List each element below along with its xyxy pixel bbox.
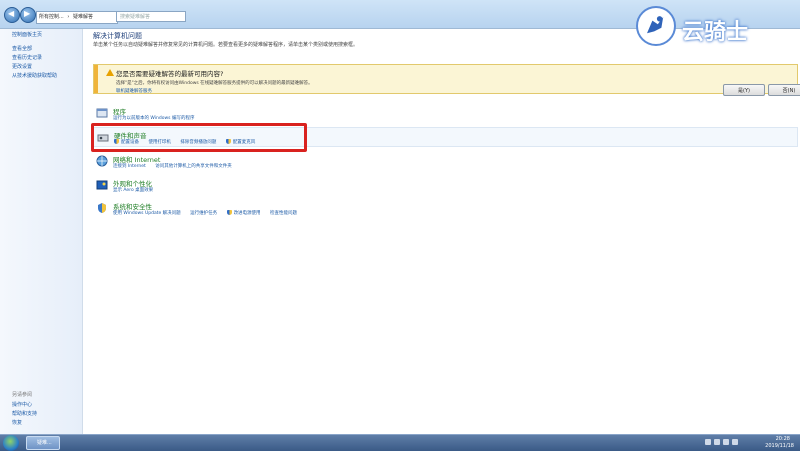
link-run-old-programs[interactable]: 运行为以前版本的 Windows 编写的程序 — [113, 116, 194, 121]
link-maintenance[interactable]: 运行维护任务 — [190, 211, 217, 216]
knight-logo-icon — [636, 6, 676, 46]
sidebar-item-recovery[interactable]: 恢复 — [12, 419, 22, 426]
link-performance[interactable]: 检查性能问题 — [270, 211, 297, 216]
online-content-infobar: 您是否需要疑难解答的最新可用内容? 选择"是"之后，你将有权访问由Windows… — [93, 64, 798, 94]
infobar-title: 您是否需要疑难解答的最新可用内容? — [116, 70, 224, 78]
tray-battery-icon[interactable] — [732, 439, 738, 445]
tray-flag-icon[interactable] — [705, 439, 711, 445]
shield-icon — [226, 210, 232, 215]
online-troubleshoot-link[interactable]: 联机疑难解答服务 — [116, 88, 152, 94]
watermark-logo: 云骑士 — [636, 6, 786, 46]
sidebar-item-change-settings[interactable]: 更改设置 — [12, 63, 32, 70]
sidebar: 控制面板主页 查看全部 查看历史记录 更改设置 从技术援助获取帮助 另请参阅 操… — [0, 29, 83, 434]
forward-button[interactable]: ▶ — [20, 7, 36, 23]
taskbar-item-troubleshoot[interactable]: 疑难... — [26, 436, 60, 450]
sidebar-item-control-panel-home[interactable]: 控制面板主页 — [12, 31, 42, 38]
link-shared-folders[interactable]: 访问其他计算机上的共享文件和文件夹 — [155, 164, 232, 169]
warning-icon — [106, 69, 114, 76]
link-connect-internet[interactable]: 连接到 Internet — [113, 164, 146, 169]
page-description: 单击某个任务以自动疑难解答并修复常见的计算机问题。若要查看更多的疑难解答程序，请… — [93, 42, 359, 48]
category-programs: 程序 运行为以前版本的 Windows 编写的程序 — [93, 104, 798, 124]
chevron-right-icon: › — [67, 14, 70, 20]
infobar-accent — [94, 65, 98, 93]
yes-button[interactable]: 是(Y) — [723, 84, 765, 96]
main-content: 解决计算机问题 单击某个任务以自动疑难解答并修复常见的计算机问题。若要查看更多的… — [83, 29, 800, 434]
taskbar: 疑难... 20:28 2019/11/18 — [0, 434, 800, 451]
infobar-description: 选择"是"之后，你将有权访问由Windows 在线疑难解答服务提供的可以解决问题… — [116, 81, 313, 86]
link-aero-effects[interactable]: 显示 Aero 桌面效果 — [113, 188, 153, 193]
back-arrow-icon: ◀ — [8, 9, 15, 18]
no-button[interactable]: 否(N) — [768, 84, 800, 96]
network-icon — [96, 155, 108, 167]
sidebar-item-help-support[interactable]: 帮助和支持 — [12, 410, 37, 417]
category-network: 网络和 Internet 连接到 Internet 访问其他计算机上的共享文件和… — [93, 152, 798, 172]
link-power-usage[interactable]: 改进电源使用 — [234, 211, 261, 216]
system-security-icon — [98, 203, 106, 213]
sidebar-item-view-history[interactable]: 查看历史记录 — [12, 54, 42, 61]
tray-volume-icon[interactable] — [723, 439, 729, 445]
link-windows-update[interactable]: 使用 Windows Update 解决问题 — [113, 211, 181, 216]
back-button[interactable]: ◀ — [4, 7, 20, 23]
address-bar[interactable]: 所有控制... › 疑难解答 — [36, 11, 118, 24]
clock-date[interactable]: 2019/11/18 — [765, 443, 794, 449]
clock-time[interactable]: 20:28 — [776, 436, 790, 442]
highlight-box — [91, 123, 307, 152]
sidebar-item-view-all[interactable]: 查看全部 — [12, 45, 32, 52]
programs-icon — [96, 108, 108, 118]
start-button[interactable] — [3, 435, 19, 451]
category-system-security: 系统和安全性 使用 Windows Update 解决问题 运行维护任务 改进电… — [93, 199, 798, 219]
category-appearance: 外观和个性化 显示 Aero 桌面效果 — [93, 176, 798, 196]
appearance-icon — [96, 180, 108, 190]
sidebar-item-action-center[interactable]: 操作中心 — [12, 401, 32, 408]
address-segment-control-panel[interactable]: 所有控制... — [37, 14, 66, 20]
forward-arrow-icon: ▶ — [24, 9, 31, 18]
sidebar-item-get-help[interactable]: 从技术援助获取帮助 — [12, 72, 57, 79]
see-also-heading: 另请参阅 — [12, 392, 33, 398]
tray-network-icon[interactable] — [714, 439, 720, 445]
page-title: 解决计算机问题 — [93, 32, 142, 40]
watermark-text: 云骑士 — [682, 20, 749, 45]
address-segment-troubleshoot[interactable]: 疑难解答 — [71, 14, 95, 20]
search-input[interactable]: 搜索疑难解答 — [116, 11, 186, 22]
